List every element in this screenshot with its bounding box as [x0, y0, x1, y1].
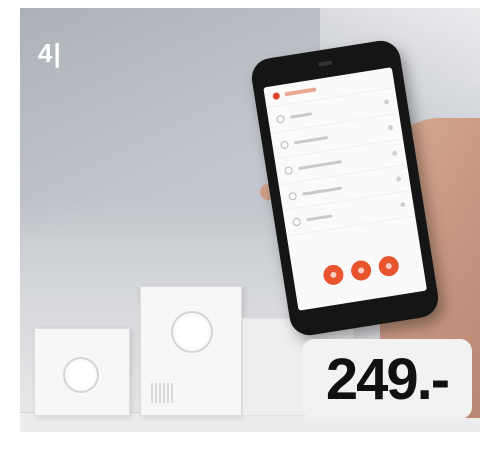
camera-icon — [318, 60, 333, 67]
thermostat-knob — [63, 357, 99, 393]
frame: 4| 249.- — [0, 0, 493, 455]
room-icon — [279, 139, 290, 150]
speaker-grille — [151, 383, 173, 403]
action-button — [322, 263, 345, 287]
status-dot — [387, 124, 394, 131]
phone-screen — [263, 67, 428, 311]
room-icon — [275, 114, 285, 124]
large-thermostat — [140, 286, 242, 416]
list-item-label — [294, 136, 329, 145]
page-badge: 4| — [38, 38, 62, 68]
status-dot — [395, 176, 402, 182]
list-item-label — [290, 112, 313, 119]
action-button — [349, 259, 373, 282]
list-item-label — [306, 214, 333, 222]
app-logo-icon — [272, 91, 281, 100]
status-dot — [399, 201, 406, 208]
list-item-label — [302, 186, 343, 196]
thermostat-knob — [171, 311, 213, 353]
list-item-label — [298, 160, 343, 171]
small-thermostat — [34, 328, 130, 416]
action-buttons — [322, 254, 401, 287]
price-label: 249.- — [325, 346, 450, 412]
room-icon — [283, 165, 294, 175]
action-button — [377, 254, 401, 278]
app-name — [284, 87, 317, 97]
room-icon — [287, 191, 298, 201]
status-dot — [383, 99, 390, 105]
status-dot — [391, 150, 398, 157]
room-icon — [292, 216, 302, 227]
